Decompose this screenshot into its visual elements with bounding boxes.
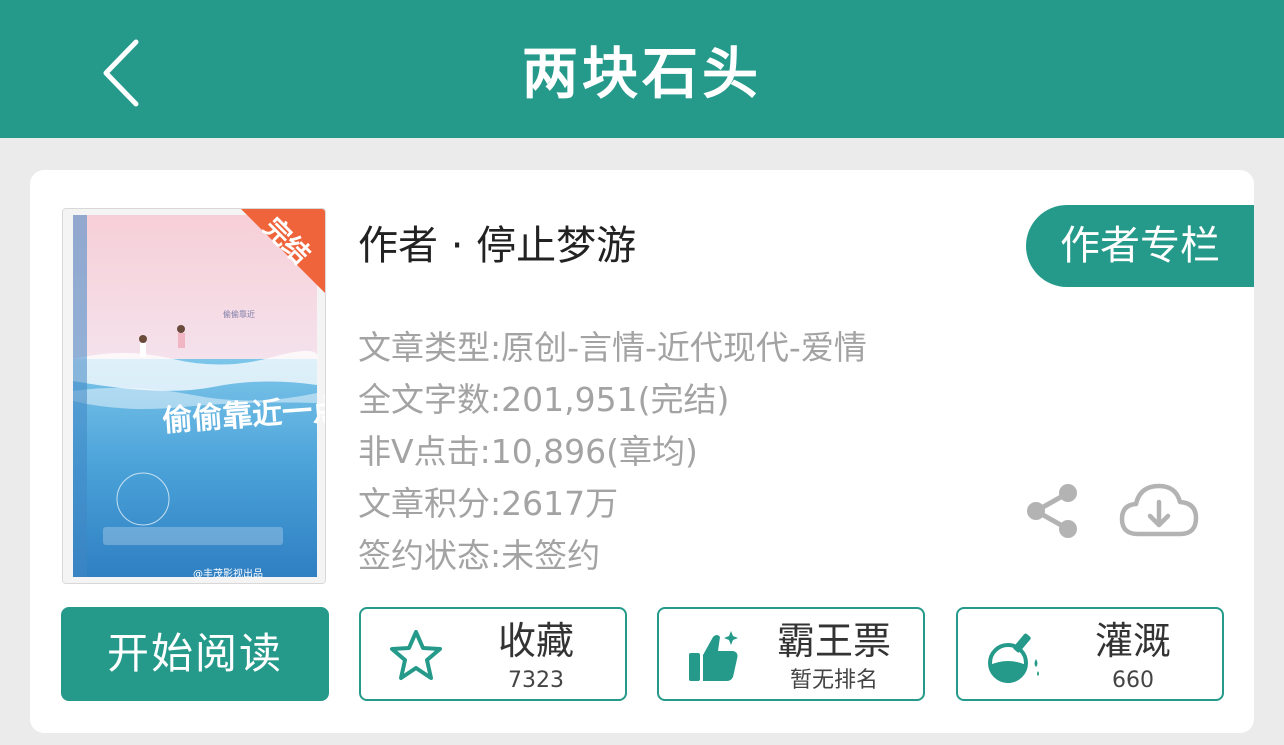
author-line[interactable]: 作者 · 停止梦游 — [358, 218, 636, 274]
bawangpiao-button[interactable]: 霸王票 暂无排名 — [657, 607, 925, 701]
irrigate-label: 灌溉 — [1094, 619, 1171, 663]
book-cover-image: 偷偷靠近 偷偷靠近一点点 @丰茂影视出品 完结 — [63, 209, 325, 583]
info-clicks: 非V点击:10,896(章均) — [358, 432, 698, 471]
thumbs-up-icon — [689, 631, 738, 681]
share-button[interactable] — [1022, 480, 1084, 542]
author-column-button[interactable]: 作者专栏 — [1026, 205, 1254, 287]
favorite-button[interactable]: 收藏 7323 — [359, 607, 627, 701]
info-word-count: 全文字数:201,951(完结) — [358, 380, 730, 419]
top-bar: 两块石头 — [0, 0, 1284, 138]
bawangpiao-label: 霸王票 — [776, 619, 891, 663]
page-title: 两块石头 — [522, 42, 762, 107]
favorite-label: 收藏 — [497, 619, 574, 663]
irrigate-count: 660 — [1112, 668, 1154, 693]
start-reading-button[interactable]: 开始阅读 — [61, 607, 329, 701]
book-cover[interactable]: 偷偷靠近 偷偷靠近一点点 @丰茂影视出品 完结 — [62, 208, 326, 584]
book-info-list: 文章类型:原创-言情-近代现代-爱情 全文字数:201,951(完结) 非V点击… — [358, 322, 867, 582]
star-icon — [390, 630, 442, 680]
bawangpiao-rank: 暂无排名 — [789, 668, 878, 693]
flask-icon — [988, 633, 1039, 683]
irrigate-button[interactable]: 灌溉 660 — [956, 607, 1224, 701]
cover-watermark: @丰茂影视出品 — [193, 567, 263, 580]
info-sign-status: 签约状态:未签约 — [358, 536, 601, 575]
info-score: 文章积分:2617万 — [358, 484, 619, 523]
svg-text:偷偷靠近: 偷偷靠近 — [223, 309, 255, 319]
download-button[interactable] — [1118, 478, 1200, 542]
favorite-count: 7323 — [508, 668, 564, 693]
info-category: 文章类型:原创-言情-近代现代-爱情 — [358, 328, 867, 367]
share-icon — [1027, 484, 1077, 538]
cloud-download-icon — [1119, 483, 1199, 537]
